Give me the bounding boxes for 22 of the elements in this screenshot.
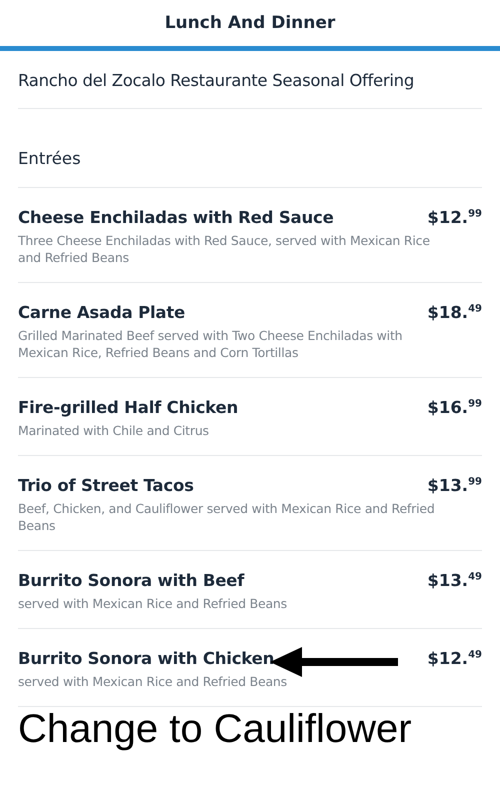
dish-price: $13.$^{49}$ [427,571,482,590]
dish-price: $13.$^{99}$ [427,476,482,495]
page-title: Lunch And Dinner [164,13,336,33]
dish-description: Grilled Marinated Beef served with Two Cheese Enchiladas with Mexican Rice, Refried Beans and Corn Tortillas [18,327,404,361]
dish-name: Trio of Street Tacos [18,476,194,495]
dish-description: Marinated with Chile and Citrus [18,422,210,439]
dish-name: Burrito Sonora with Chicken [18,649,274,668]
dish-price: $12.$^{49}$ [427,649,482,668]
dish-description: Three Cheese Enchiladas with Red Sauce, served with Mexican Rice and Refried Beans [18,232,431,266]
menu-title: Rancho del Zocalo Restaurante Seasonal Offering [18,71,414,90]
dish-name: Burrito Sonora with Beef [18,571,244,590]
dish-description: served with Mexican Rice and Refried Beans [18,673,288,690]
dish-name: Fire-grilled Half Chicken [18,398,238,417]
dish-description: Beef, Chicken, and Cauliflower served with Mexican Rice and Refried Beans [18,500,436,534]
dish-price: $18.$^{49}$ [427,303,482,322]
dish-name: Carne Asada Plate [18,303,186,322]
dish-name: Cheese Enchiladas with Red Sauce [18,208,334,227]
section-heading: Entrées [18,149,81,168]
dish-price: $12.$^{99}$ [427,208,482,227]
dish-price: $16.$^{99}$ [427,398,482,417]
dish-description: served with Mexican Rice and Refried Beans [18,595,288,612]
annotation-text: Change to Cauliflower [18,707,413,751]
